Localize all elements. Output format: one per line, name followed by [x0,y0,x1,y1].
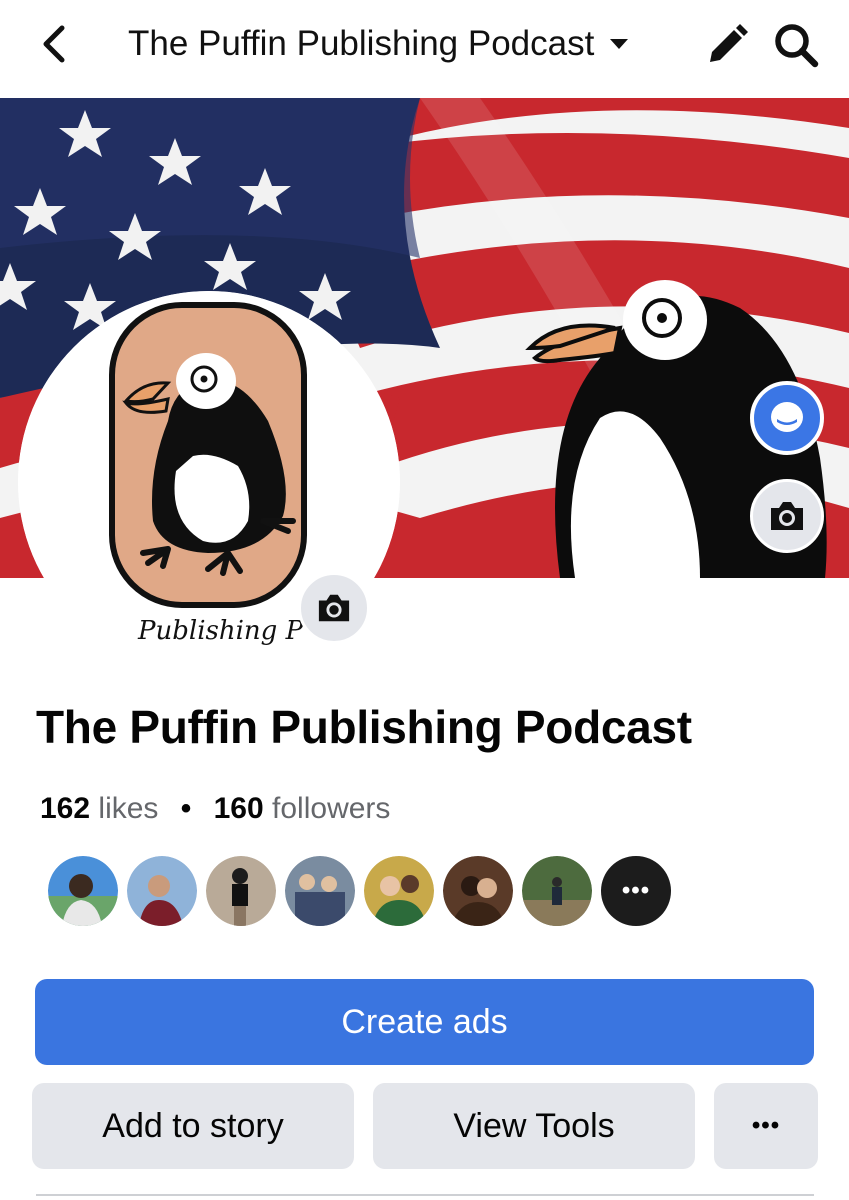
page-switcher[interactable]: The Puffin Publishing Podcast [128,20,629,68]
edit-button[interactable] [704,22,750,68]
caret-down-icon [610,39,629,49]
view-tools-button[interactable]: View Tools [373,1083,695,1169]
divider [36,1194,814,1196]
more-options-button[interactable]: ••• [714,1083,818,1169]
follower-avatar[interactable] [206,856,276,926]
likes-label: likes [98,792,159,825]
stats-separator: • [180,792,192,825]
follower-avatar[interactable] [48,856,118,926]
search-icon [775,24,819,68]
follower-avatar[interactable] [127,856,197,926]
chevron-left-icon [43,25,65,63]
top-navigation-bar: The Puffin Publishing Podcast [0,0,849,98]
messenger-button[interactable] [750,381,824,455]
camera-icon [771,502,803,530]
page-title: The Puffin Publishing Podcast [36,701,692,753]
back-button[interactable] [34,24,74,64]
follower-avatar[interactable] [364,856,434,926]
top-bar-title: The Puffin Publishing Podcast [128,24,595,63]
followers-count: 160 [213,792,264,825]
create-ads-button[interactable]: Create ads [35,979,814,1065]
followers-label: followers [272,792,391,825]
follower-avatar[interactable] [285,856,355,926]
follower-avatar[interactable] [522,856,592,926]
follower-avatar[interactable] [443,856,513,926]
pencil-icon [710,24,748,62]
search-button[interactable] [771,20,821,70]
edit-profile-picture-button[interactable] [298,572,370,644]
camera-icon [318,594,350,622]
edit-cover-photo-button[interactable] [750,479,824,553]
followers-avatars: ••• [48,856,671,926]
messenger-icon [771,402,803,432]
page-stats[interactable]: 162 likes • 160 followers [40,792,390,826]
profile-logo-text: Publishing P [138,616,304,646]
likes-count: 162 [40,792,91,825]
add-to-story-button[interactable]: Add to story [32,1083,354,1169]
more-followers-button[interactable]: ••• [601,856,671,926]
